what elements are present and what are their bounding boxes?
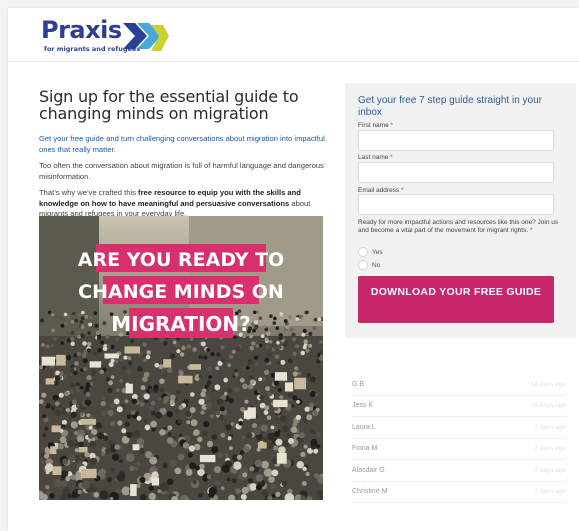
- first-name-field[interactable]: [358, 130, 554, 151]
- signup-time: 2 days ago: [534, 423, 566, 431]
- email-label: Email address *: [358, 187, 404, 194]
- intro-section: Sign up for the essential guide to chang…: [39, 88, 331, 220]
- signup-time: 18 days ago: [530, 380, 566, 388]
- signup-name: Laura L: [352, 423, 376, 431]
- list-item: Jess K 19 days ago: [352, 396, 566, 417]
- signup-name: Jess K: [352, 402, 374, 410]
- logo-wordmark: Praxis: [41, 16, 122, 44]
- list-item: Laura L 2 days ago: [352, 417, 566, 439]
- banner-text-2: CHANGE MINDS ON: [78, 281, 284, 303]
- option-yes[interactable]: Yes: [358, 247, 383, 257]
- praxis-logo[interactable]: Praxis for migrants and refugees: [41, 17, 171, 57]
- signup-time: 19 days ago: [530, 402, 566, 410]
- banner-text-1: ARE YOU READY TO: [78, 249, 284, 271]
- signup-form: Get your free 7 step guide straight in y…: [345, 83, 576, 338]
- signup-name: G B: [352, 380, 365, 388]
- list-item: G B 18 days ago: [352, 374, 566, 396]
- intro-paragraph-2: That’s why we’ve crafted this free resou…: [39, 188, 311, 218]
- option-no-label: No: [372, 261, 381, 269]
- praxis-chevron-icon: [123, 23, 169, 51]
- list-item: Alasdair G 2 days ago: [352, 460, 566, 482]
- page-title: Sign up for the essential guide to chang…: [39, 87, 299, 123]
- last-name-label: Last name *: [358, 154, 393, 161]
- signup-time: 2 days ago: [534, 488, 566, 496]
- radio-yes[interactable]: [358, 247, 368, 257]
- banner-text-3: MIGRATION?: [111, 312, 251, 336]
- first-name-label: First name *: [358, 122, 394, 129]
- intro-paragraph-1: Too often the conversation about migrati…: [39, 161, 324, 181]
- form-title: Get your free 7 step guide straight in y…: [358, 95, 542, 118]
- download-guide-button[interactable]: DOWNLOAD YOUR FREE GUIDE: [358, 276, 554, 323]
- recent-signups-list: G B 18 days ago Jess K 19 days ago Laura L…: [352, 374, 566, 503]
- signup-name: Fiona M: [352, 445, 378, 453]
- list-item: Christine M 2 days ago: [352, 482, 566, 503]
- last-name-field[interactable]: [358, 162, 554, 183]
- signup-time: 2 days ago: [534, 445, 566, 453]
- hero-image: ARE YOU READY TO CHANGE MINDS ON MIGRATI…: [39, 216, 323, 500]
- list-item: Fiona M 2 days ago: [352, 439, 566, 460]
- intro-lead: Get your free guide and turn challenging…: [39, 134, 325, 154]
- email-field[interactable]: [358, 194, 554, 215]
- signup-name: Alasdair G: [352, 466, 385, 474]
- option-no[interactable]: No: [358, 260, 380, 270]
- membership-question: Ready for more impactful actions and res…: [358, 219, 559, 234]
- option-yes-label: Yes: [372, 248, 383, 256]
- signup-name: Christine M: [352, 488, 388, 496]
- signup-time: 2 days ago: [534, 466, 566, 474]
- radio-no[interactable]: [358, 260, 368, 270]
- landing-page: Praxis for migrants and refugees Sign up…: [8, 8, 579, 531]
- site-header: Praxis for migrants and refugees: [8, 8, 579, 62]
